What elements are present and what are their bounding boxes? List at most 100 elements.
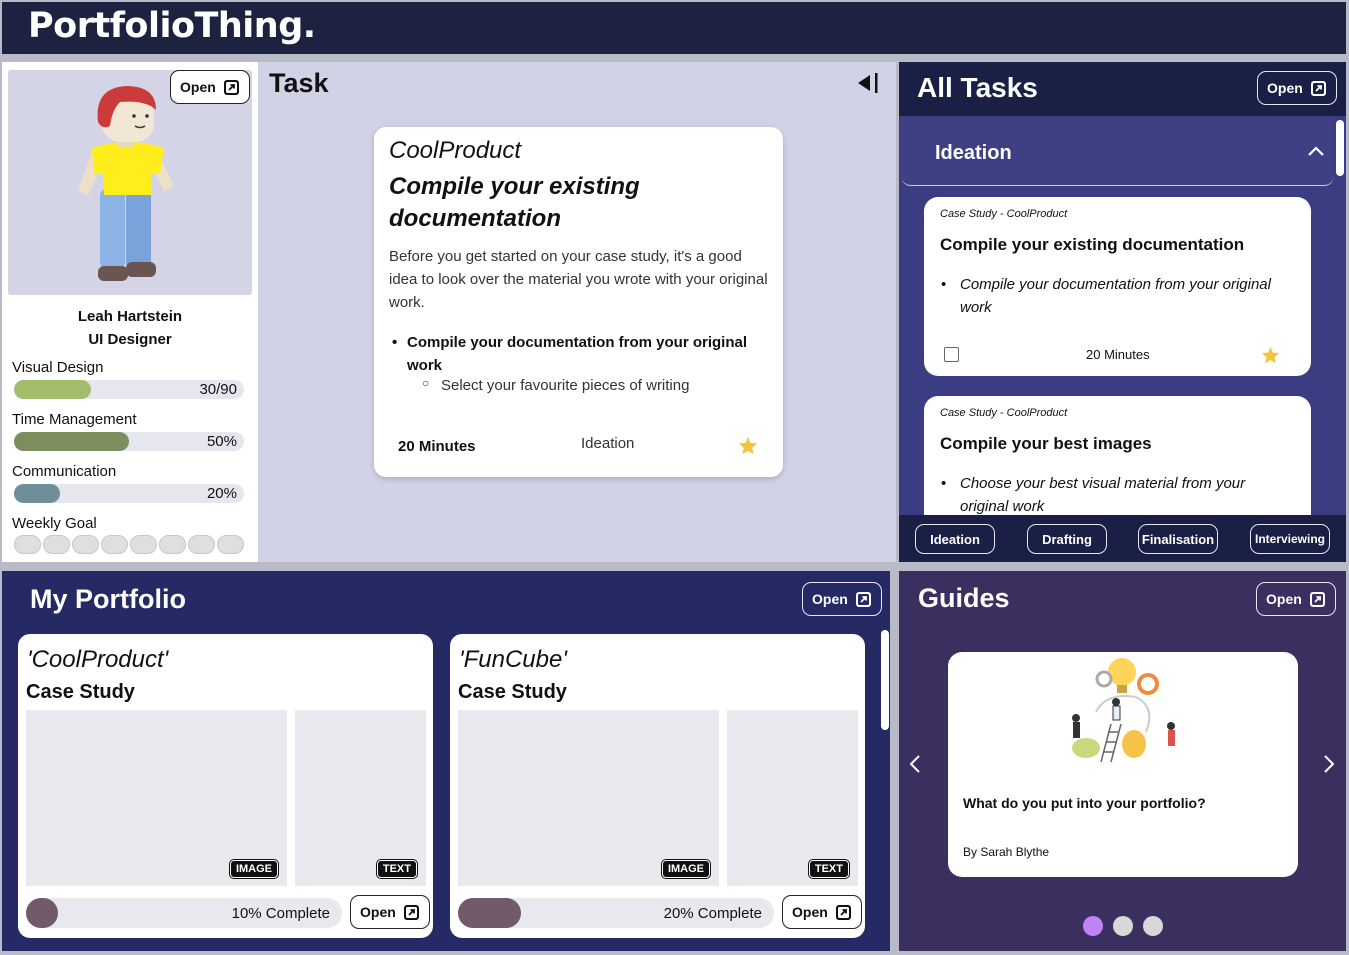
chevron-right-icon[interactable] xyxy=(1322,754,1336,774)
weekly-goal-dot xyxy=(43,535,70,554)
carousel-dot[interactable] xyxy=(1083,916,1103,936)
text-placeholder: TEXT xyxy=(295,710,426,886)
task-description: Before you get started on your case stud… xyxy=(389,248,768,311)
guide-card-author: By Sarah Blythe xyxy=(963,845,1050,859)
portfolio-open-button[interactable]: Open xyxy=(802,582,882,616)
carousel-dot[interactable] xyxy=(1113,916,1133,936)
phase-button-finalisation[interactable]: Finalisation xyxy=(1138,524,1218,554)
task-heading: Compile your existing documentation xyxy=(389,173,640,232)
task-card-title: Compile your best images xyxy=(940,434,1152,453)
portfolio-progress-fill xyxy=(26,898,58,928)
task-card-bullet: • Choose your best visual material from … xyxy=(941,475,1246,515)
all-tasks-scrollbar[interactable] xyxy=(1336,120,1344,176)
skill-progress-bar: 30/90 xyxy=(14,380,244,399)
skill-label: Visual Design xyxy=(12,359,104,376)
accordion-title: Ideation xyxy=(935,142,1012,164)
portfolio-progress-text: 20% Complete xyxy=(663,905,762,922)
profile-name: Leah Hartstein xyxy=(77,308,183,325)
phase-button-drafting[interactable]: Drafting xyxy=(1027,524,1107,554)
portfolio-progress-text: 10% Complete xyxy=(231,905,330,922)
weekly-goal-label: Weekly Goal xyxy=(12,515,97,532)
weekly-goal-dot xyxy=(217,535,244,554)
image-tag: IMAGE xyxy=(661,860,710,878)
skill-progress-fill xyxy=(14,484,60,503)
weekly-goal-dot xyxy=(130,535,157,554)
portfolio-progress-fill xyxy=(458,898,522,928)
portfolio-title: My Portfolio xyxy=(30,584,186,614)
image-placeholder: IMAGE xyxy=(458,710,719,886)
star-icon[interactable] xyxy=(738,436,758,455)
task-card-duration: 20 Minutes xyxy=(1086,347,1150,362)
portfolio-item-card[interactable]: 'FunCube' Case Study IMAGE TEXT 20% Comp… xyxy=(450,634,865,938)
guide-illustration xyxy=(1072,658,1175,763)
carousel-pagination xyxy=(1083,916,1163,936)
portfolio-progress-bar: 20% Complete xyxy=(458,898,774,928)
weekly-goal-dot xyxy=(101,535,128,554)
weekly-goal-tracker xyxy=(14,535,244,554)
phase-button-ideation[interactable]: Ideation xyxy=(915,524,995,554)
text-tag: TEXT xyxy=(376,860,417,878)
portfolio-item-type: Case Study xyxy=(26,681,135,703)
text-tag: TEXT xyxy=(808,860,849,878)
guide-card-title: What do you put into your portfolio? xyxy=(963,795,1206,811)
weekly-goal-dot xyxy=(159,535,186,554)
task-sub-bullet: ○ Select your favourite pieces of writin… xyxy=(422,376,690,394)
external-link-icon xyxy=(1310,80,1326,96)
task-product: CoolProduct xyxy=(389,137,522,164)
task-complete-checkbox[interactable] xyxy=(944,347,959,362)
guide-card[interactable]: What do you put into your portfolio? By … xyxy=(948,652,1298,877)
weekly-goal-dot xyxy=(14,535,41,554)
external-link-icon xyxy=(223,79,239,95)
skill-value: 30/90 xyxy=(199,381,237,398)
portfolio-item-card[interactable]: 'CoolProduct' Case Study IMAGE TEXT 10% … xyxy=(18,634,433,938)
task-card-title: Compile your existing documentation xyxy=(940,235,1245,254)
portfolio-progress-bar: 10% Complete xyxy=(26,898,342,928)
skill-progress-fill xyxy=(14,432,129,451)
weekly-goal-dot xyxy=(188,535,215,554)
skill-progress-bar: 20% xyxy=(14,484,244,503)
task-card-subtitle: Case Study - CoolProduct xyxy=(940,407,1068,419)
ideation-accordion-header[interactable]: Ideation xyxy=(901,118,1334,186)
task-card-bullet: • Compile your documentation from your o… xyxy=(941,276,1271,316)
image-tag: IMAGE xyxy=(229,860,278,878)
star-icon[interactable] xyxy=(1261,346,1280,364)
app-logo[interactable]: PortfolioThing. xyxy=(28,6,316,46)
profile-open-button[interactable]: Open xyxy=(170,70,250,104)
skill-progress-bar: 50% xyxy=(14,432,244,451)
guides-open-button[interactable]: Open xyxy=(1256,582,1336,616)
skill-progress-fill xyxy=(14,380,91,399)
task-phase: Ideation xyxy=(581,435,635,452)
text-placeholder: TEXT xyxy=(727,710,858,886)
all-tasks-open-button[interactable]: Open xyxy=(1257,71,1337,105)
task-panel-title: Task xyxy=(269,68,329,98)
image-placeholder: IMAGE xyxy=(26,710,287,886)
phase-button-interviewing[interactable]: Interviewing xyxy=(1250,524,1330,554)
skill-value: 20% xyxy=(206,485,237,502)
weekly-goal-dot xyxy=(72,535,99,554)
portfolio-item-name: 'CoolProduct' xyxy=(27,646,169,673)
collapse-panel-icon[interactable] xyxy=(856,72,880,94)
portfolio-item-open-button[interactable]: Open xyxy=(782,895,862,929)
chevron-left-icon[interactable] xyxy=(908,754,922,774)
external-link-icon xyxy=(403,904,419,920)
carousel-dot[interactable] xyxy=(1143,916,1163,936)
task-list-card[interactable]: Case Study - CoolProduct Compile your be… xyxy=(924,396,1311,515)
external-link-icon xyxy=(835,904,851,920)
skill-label: Communication xyxy=(12,463,117,480)
external-link-icon xyxy=(855,591,871,607)
task-card: CoolProduct Compile your existing docume… xyxy=(374,127,783,477)
profile-role: UI Designer xyxy=(88,331,172,348)
skill-value: 50% xyxy=(206,433,237,450)
task-list-card[interactable]: Case Study - CoolProduct Compile your ex… xyxy=(924,197,1311,376)
all-tasks-title: All Tasks xyxy=(917,72,1038,103)
task-duration: 20 Minutes xyxy=(398,438,476,455)
guides-title: Guides xyxy=(918,583,1010,613)
portfolio-scrollbar[interactable] xyxy=(881,630,889,730)
portfolio-item-name: 'FunCube' xyxy=(459,646,567,673)
chevron-up-icon[interactable] xyxy=(1307,145,1325,157)
task-card-subtitle: Case Study - CoolProduct xyxy=(940,208,1068,220)
task-bullet: • Compile your documentation from your o… xyxy=(392,334,748,374)
skill-label: Time Management xyxy=(12,411,137,428)
portfolio-item-open-button[interactable]: Open xyxy=(350,895,430,929)
portfolio-item-type: Case Study xyxy=(458,681,567,703)
